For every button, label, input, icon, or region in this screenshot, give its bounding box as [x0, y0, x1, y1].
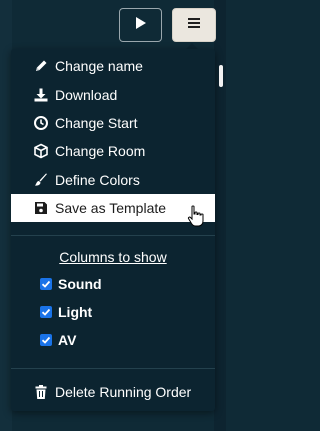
menu-item-label: Download: [55, 87, 118, 103]
column-toggle-light[interactable]: Light: [40, 302, 92, 322]
checkbox-checked-icon[interactable]: [40, 334, 52, 346]
column-toggle-label: AV: [58, 332, 77, 348]
menu-item-change-start[interactable]: Change Start: [11, 109, 215, 137]
menu-item-label: Define Colors: [55, 172, 140, 188]
menu-item-label: Change name: [55, 58, 143, 74]
brush-icon: [33, 172, 49, 188]
menu-item-download[interactable]: Download: [11, 81, 215, 109]
play-button[interactable]: [119, 8, 162, 42]
menu-button[interactable]: [172, 8, 216, 42]
hand-pointer-cursor-icon: [187, 205, 205, 234]
menu-divider: [11, 235, 215, 236]
save-icon: [33, 200, 49, 216]
menu-item-delete-running-order[interactable]: Delete Running Order: [11, 378, 215, 406]
menu-divider: [11, 368, 215, 369]
play-icon: [135, 16, 147, 35]
menu-item-save-as-template[interactable]: Save as Template: [11, 194, 215, 222]
column-toggle-av[interactable]: AV: [40, 330, 76, 350]
clock-icon: [33, 115, 49, 131]
menu-item-label: Change Start: [55, 115, 138, 131]
column-toggle-label: Light: [58, 304, 93, 320]
menu-item-change-room[interactable]: Change Room: [11, 137, 215, 165]
pencil-icon: [33, 58, 49, 74]
hamburger-icon: [187, 16, 201, 34]
columns-section-title: Columns to show: [59, 249, 167, 265]
menu-item-define-colors[interactable]: Define Colors: [11, 166, 215, 194]
cube-icon: [33, 143, 49, 159]
download-icon: [33, 87, 49, 103]
menu-item-label: Save as Template: [55, 200, 167, 216]
menu-item-change-name[interactable]: Change name: [11, 52, 215, 80]
column-toggle-label: Sound: [58, 276, 102, 292]
trash-icon: [33, 384, 49, 400]
column-toggle-sound[interactable]: Sound: [40, 274, 102, 294]
checkbox-checked-icon[interactable]: [40, 278, 52, 290]
menu-item-label: Delete Running Order: [55, 384, 192, 400]
checkbox-checked-icon[interactable]: [40, 306, 52, 318]
menu-item-label: Change Room: [55, 143, 146, 159]
scrollbar[interactable]: [219, 65, 223, 87]
